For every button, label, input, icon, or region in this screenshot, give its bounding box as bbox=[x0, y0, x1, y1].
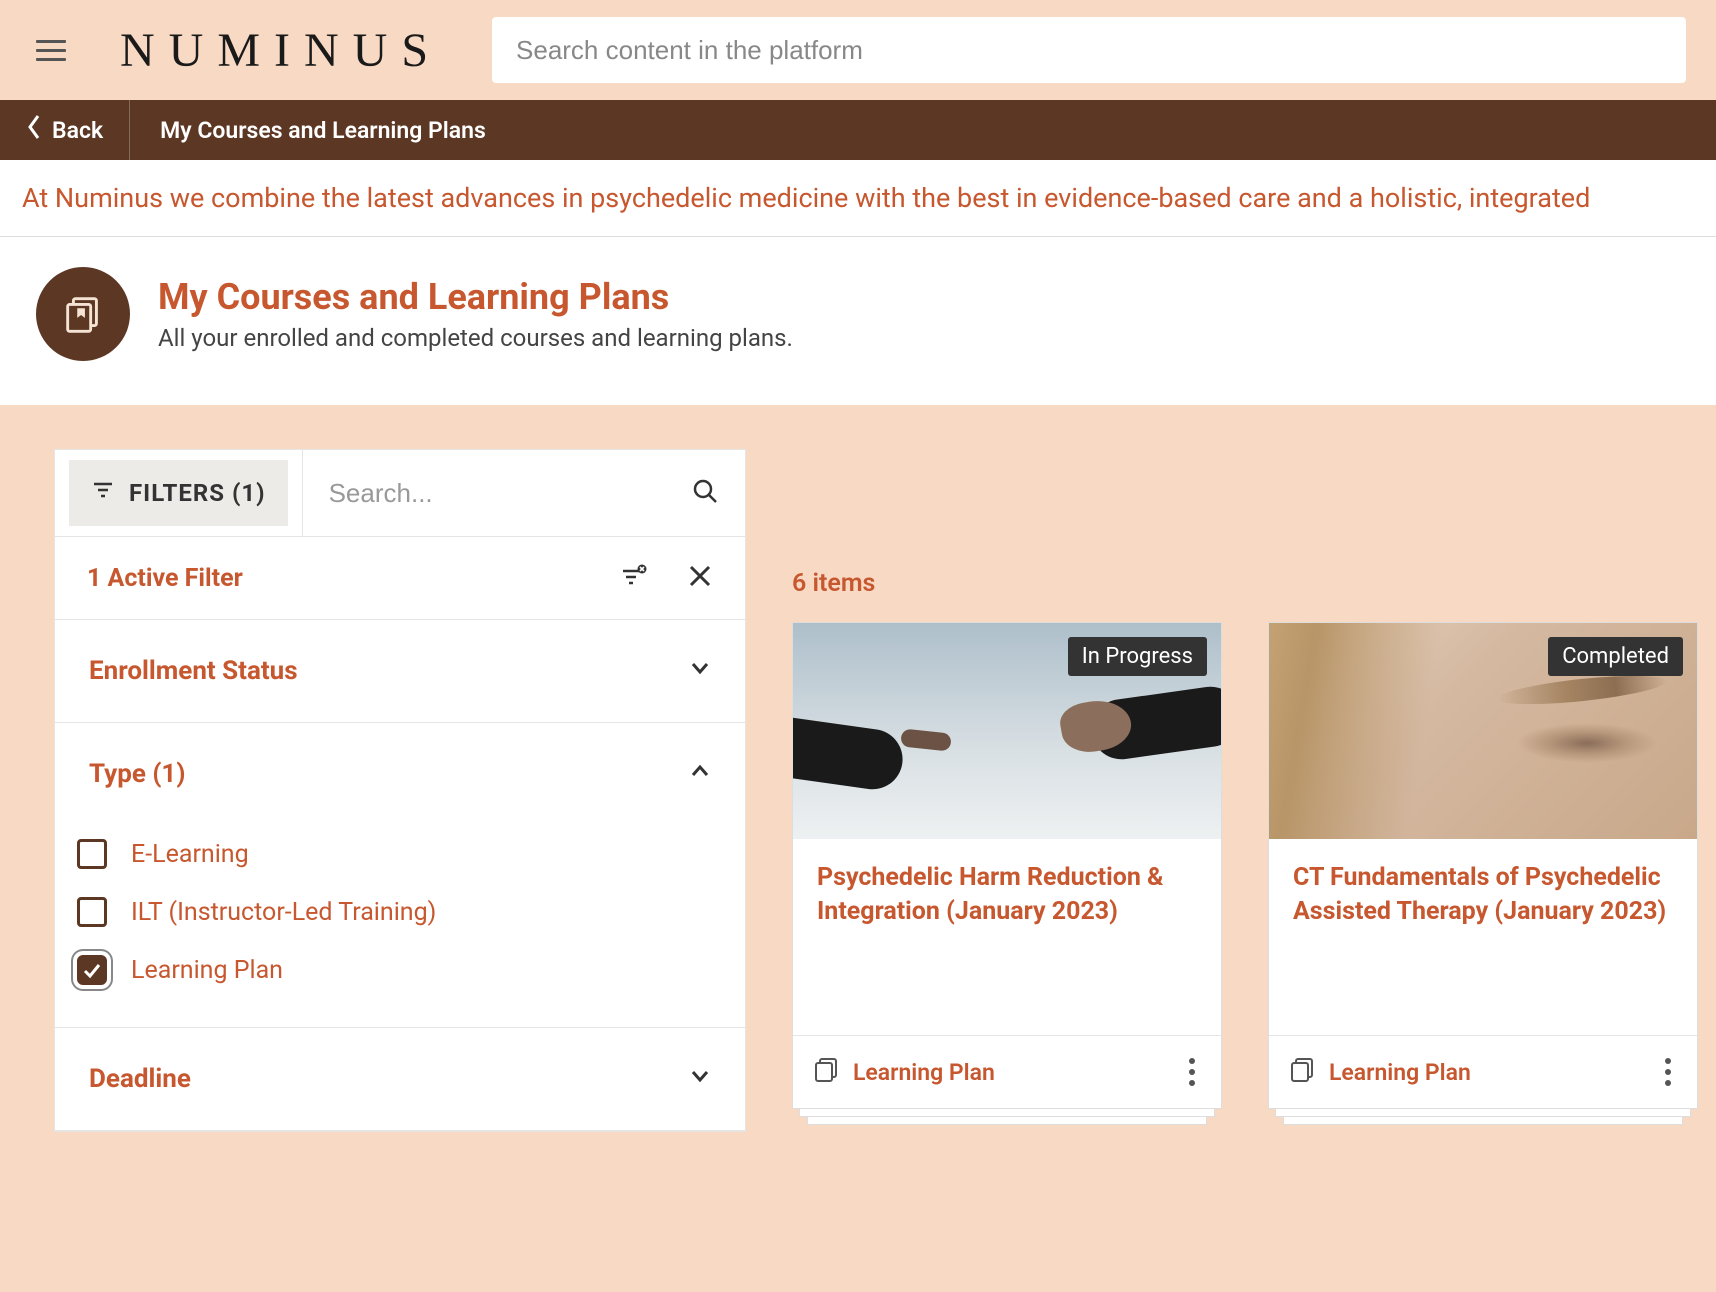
filter-panel: FILTERS (1) 1 Active Filter bbox=[54, 449, 746, 1132]
kebab-menu-icon[interactable] bbox=[1183, 1052, 1201, 1092]
kebab-menu-icon[interactable] bbox=[1659, 1052, 1677, 1092]
active-filter-row: 1 Active Filter bbox=[55, 537, 745, 620]
global-search[interactable] bbox=[492, 17, 1686, 83]
card-title: Psychedelic Harm Reduction & Integration… bbox=[817, 861, 1197, 929]
close-icon[interactable] bbox=[687, 563, 713, 593]
status-badge: Completed bbox=[1548, 637, 1683, 676]
card-image: Completed bbox=[1269, 623, 1697, 839]
filter-option-learning-plan[interactable]: Learning Plan bbox=[77, 941, 723, 999]
filter-section-enrollment-label: Enrollment Status bbox=[89, 656, 298, 686]
back-label: Back bbox=[52, 117, 103, 144]
filter-option-label: ILT (Instructor-Led Training) bbox=[131, 898, 436, 927]
search-icon[interactable] bbox=[691, 477, 719, 509]
breadcrumb-title: My Courses and Learning Plans bbox=[130, 117, 516, 144]
clear-filters-icon[interactable] bbox=[621, 563, 647, 593]
page-subtitle: All your enrolled and completed courses … bbox=[158, 324, 793, 352]
status-badge: In Progress bbox=[1068, 637, 1207, 676]
filter-section-type: Type (1) E-Learning ILT (Instructor-Led … bbox=[55, 723, 745, 1028]
card-type-label: Learning Plan bbox=[853, 1059, 995, 1086]
top-bar: NUMINUS bbox=[0, 0, 1716, 100]
filter-search[interactable] bbox=[303, 450, 745, 536]
card-type: Learning Plan bbox=[1289, 1056, 1471, 1088]
active-filter-label: 1 Active Filter bbox=[87, 564, 243, 593]
card-image: In Progress bbox=[793, 623, 1221, 839]
global-search-input[interactable] bbox=[516, 35, 1662, 66]
hamburger-menu-icon[interactable] bbox=[30, 34, 72, 67]
filter-option-ilt[interactable]: ILT (Instructor-Led Training) bbox=[77, 883, 723, 941]
card-type-label: Learning Plan bbox=[1329, 1059, 1471, 1086]
filter-option-elearning[interactable]: E-Learning bbox=[77, 825, 723, 883]
chevron-down-icon bbox=[689, 656, 711, 686]
checkbox-checked-icon[interactable] bbox=[77, 955, 107, 985]
filter-section-type-label: Type (1) bbox=[89, 759, 185, 789]
courses-icon bbox=[36, 267, 130, 361]
chevron-down-icon bbox=[689, 1064, 711, 1094]
checkbox-unchecked-icon[interactable] bbox=[77, 839, 107, 869]
filter-section-deadline-label: Deadline bbox=[89, 1064, 191, 1094]
page-title: My Courses and Learning Plans bbox=[158, 276, 793, 318]
filters-toggle-button[interactable]: FILTERS (1) bbox=[69, 460, 288, 526]
course-card[interactable]: In Progress Psychedelic Harm Reduction &… bbox=[792, 622, 1222, 1109]
card-type: Learning Plan bbox=[813, 1056, 995, 1088]
card-title: CT Fundamentals of Psychedelic Assisted … bbox=[1293, 861, 1673, 929]
filter-option-label: Learning Plan bbox=[131, 956, 283, 985]
learning-plan-icon bbox=[813, 1056, 839, 1088]
filter-section-enrollment-toggle[interactable]: Enrollment Status bbox=[55, 620, 745, 722]
filter-search-input[interactable] bbox=[329, 478, 679, 509]
chevron-up-icon bbox=[689, 759, 711, 789]
content-area: FILTERS (1) 1 Active Filter bbox=[0, 449, 1716, 1132]
checkbox-unchecked-icon[interactable] bbox=[77, 897, 107, 927]
back-button[interactable]: Back bbox=[0, 100, 130, 160]
brand-logo[interactable]: NUMINUS bbox=[112, 23, 442, 78]
filter-section-deadline-toggle[interactable]: Deadline bbox=[55, 1028, 745, 1130]
page-header: My Courses and Learning Plans All your e… bbox=[0, 237, 1716, 405]
filters-toggle-label: FILTERS (1) bbox=[129, 479, 266, 507]
filter-option-label: E-Learning bbox=[131, 840, 249, 869]
card-grid: In Progress Psychedelic Harm Reduction &… bbox=[792, 622, 1716, 1109]
filter-icon bbox=[91, 478, 115, 508]
course-card[interactable]: Completed CT Fundamentals of Psychedelic… bbox=[1268, 622, 1698, 1109]
info-banner: At Numinus we combine the latest advance… bbox=[0, 160, 1716, 237]
breadcrumb: Back My Courses and Learning Plans bbox=[0, 100, 1716, 160]
learning-plan-icon bbox=[1289, 1056, 1315, 1088]
filter-section-type-toggle[interactable]: Type (1) bbox=[55, 723, 745, 825]
chevron-left-icon bbox=[26, 114, 42, 146]
results-column: 6 items In Progress Psychedelic Harm Red… bbox=[746, 449, 1716, 1109]
filter-section-enrollment: Enrollment Status bbox=[55, 620, 745, 723]
results-count: 6 items bbox=[792, 569, 1716, 598]
filter-section-deadline: Deadline bbox=[55, 1028, 745, 1131]
